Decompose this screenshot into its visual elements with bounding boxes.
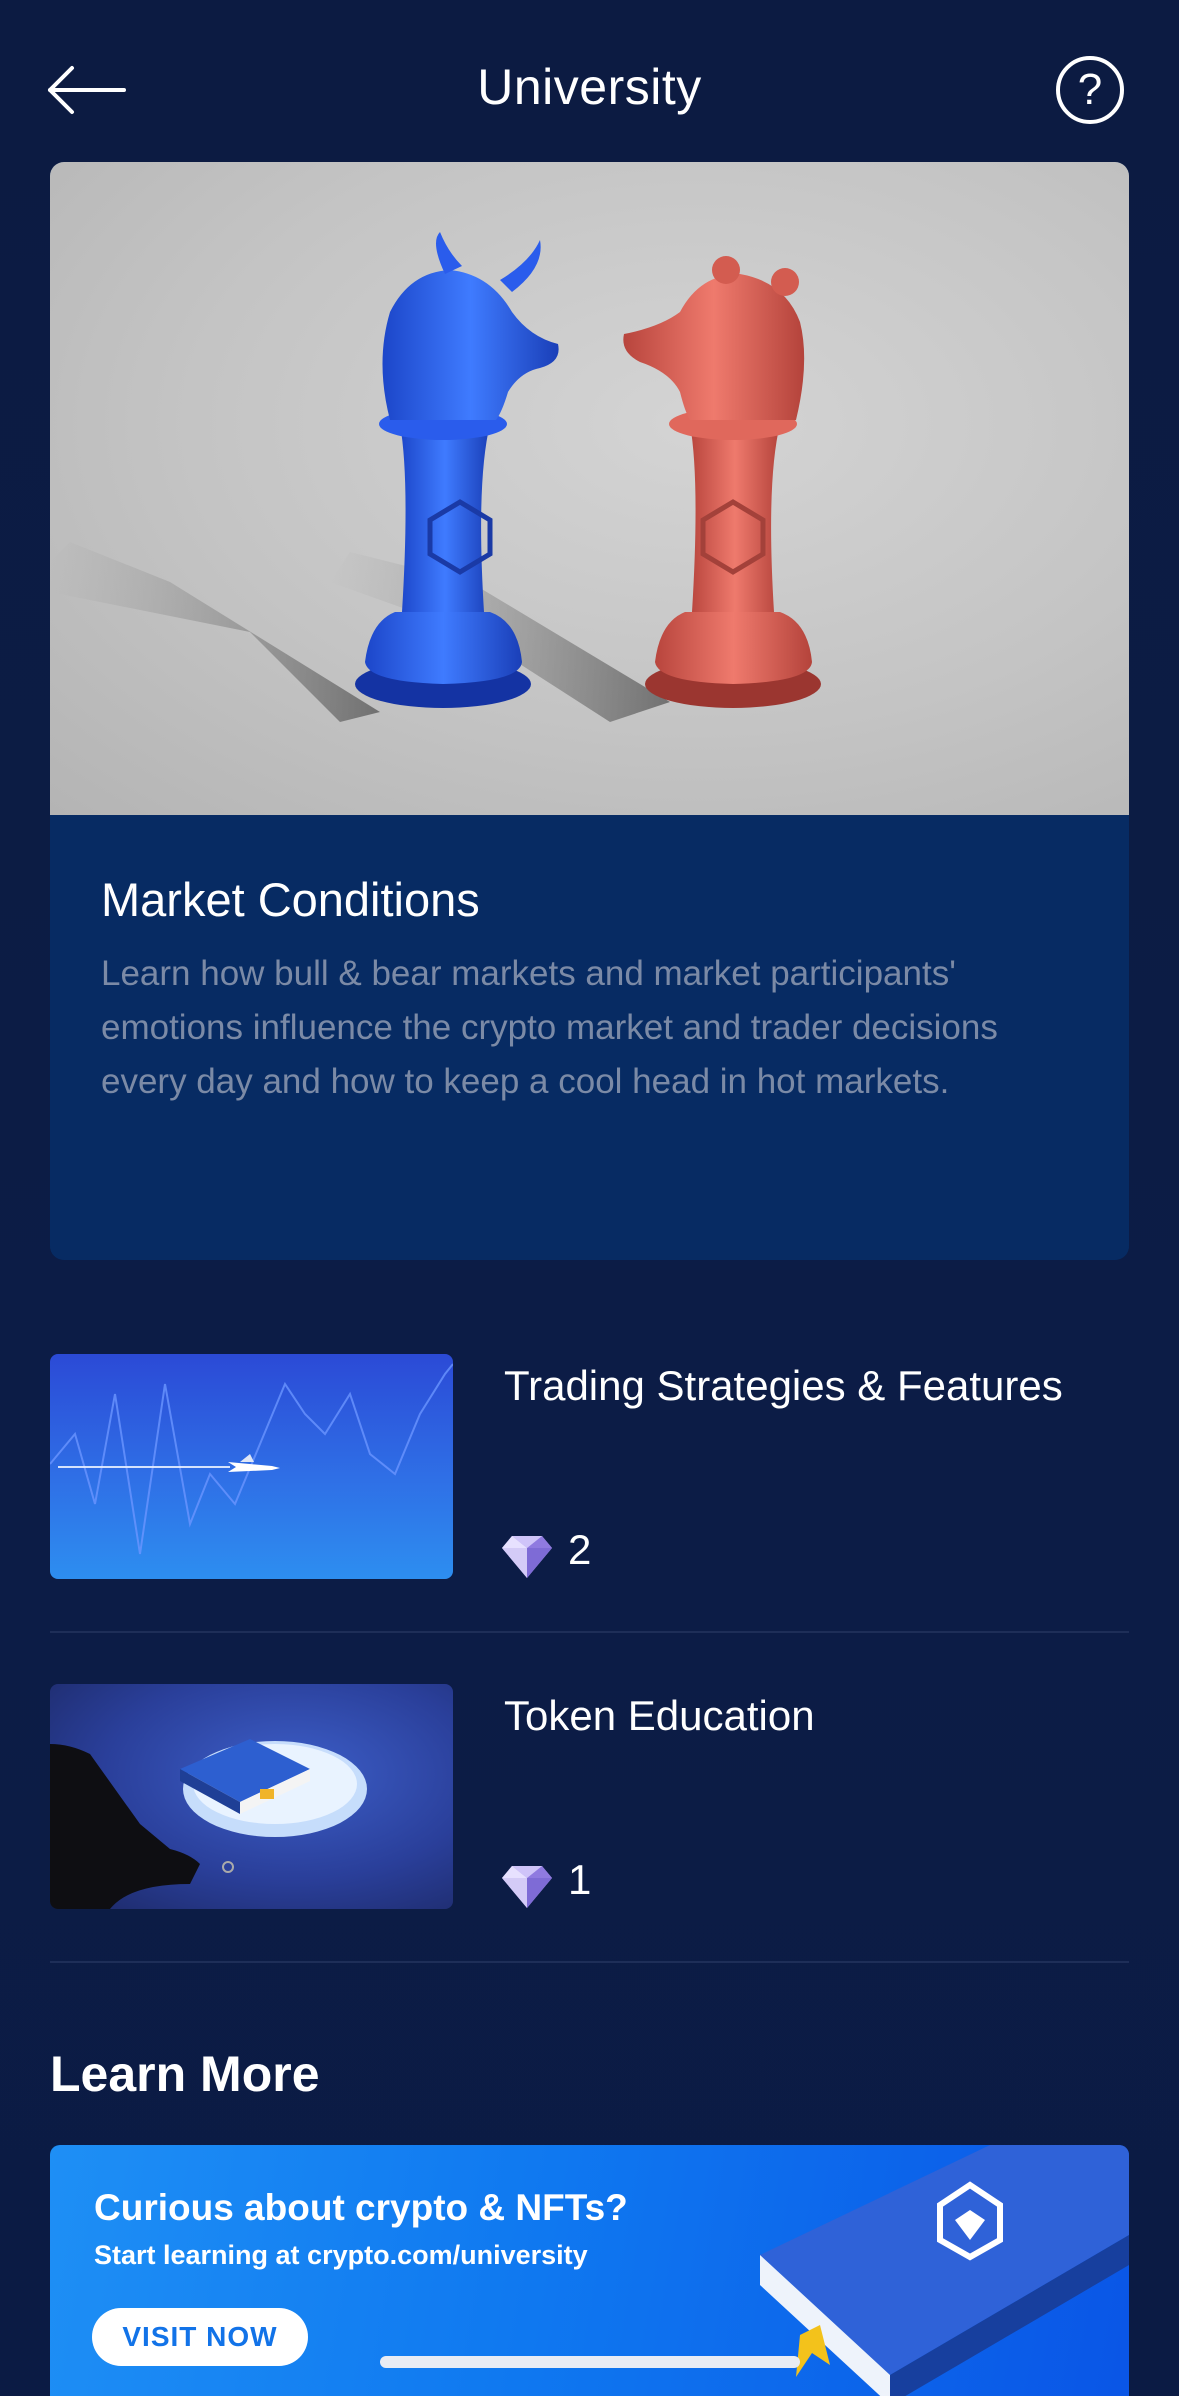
course-item-token-education[interactable]: Token Education 1 bbox=[50, 1684, 1129, 2014]
divider bbox=[50, 1961, 1129, 1963]
featured-course-card[interactable]: Market Conditions Learn how bull & bear … bbox=[50, 162, 1129, 1260]
section-title-learn-more: Learn More bbox=[50, 2046, 320, 2102]
featured-course-description: Learn how bull & bear markets and market… bbox=[101, 954, 998, 1101]
header-bar: University ? bbox=[0, 0, 1179, 160]
featured-course-body: Market Conditions Learn how bull & bear … bbox=[50, 815, 1129, 1260]
course-thumbnail bbox=[50, 1684, 453, 1909]
banner-subline: Start learning at crypto.com/university bbox=[94, 2240, 588, 2270]
jet-chart-illustration bbox=[50, 1363, 453, 1555]
app-screen: University ? Market Conditions Learn how… bbox=[0, 0, 1179, 2396]
diamond-icon bbox=[502, 1536, 552, 1578]
token-book-illustration bbox=[50, 1739, 367, 1909]
page-title: University bbox=[477, 59, 702, 115]
course-thumbnail bbox=[50, 1354, 453, 1579]
bull-bear-chess-illustration bbox=[50, 232, 821, 722]
question-circle-icon: ? bbox=[1077, 65, 1103, 114]
reward-count: 2 bbox=[568, 1526, 592, 1573]
visit-now-button[interactable]: VISIT NOW bbox=[92, 2308, 308, 2366]
divider bbox=[50, 1631, 1129, 1633]
home-indicator[interactable] bbox=[380, 2356, 800, 2368]
featured-course-title: Market Conditions bbox=[101, 873, 480, 926]
featured-course-image bbox=[50, 162, 1129, 815]
course-title: Trading Strategies & Features bbox=[504, 1362, 1063, 1409]
course-title: Token Education bbox=[504, 1692, 815, 1739]
diamond-icon bbox=[502, 1866, 552, 1908]
banner-headline: Curious about crypto & NFTs? bbox=[94, 2187, 628, 2228]
course-item-trading-strategies[interactable]: Trading Strategies & Features 2 bbox=[50, 1354, 1129, 1684]
help-button[interactable]: ? bbox=[1056, 56, 1124, 124]
reward-count: 1 bbox=[568, 1856, 592, 1903]
